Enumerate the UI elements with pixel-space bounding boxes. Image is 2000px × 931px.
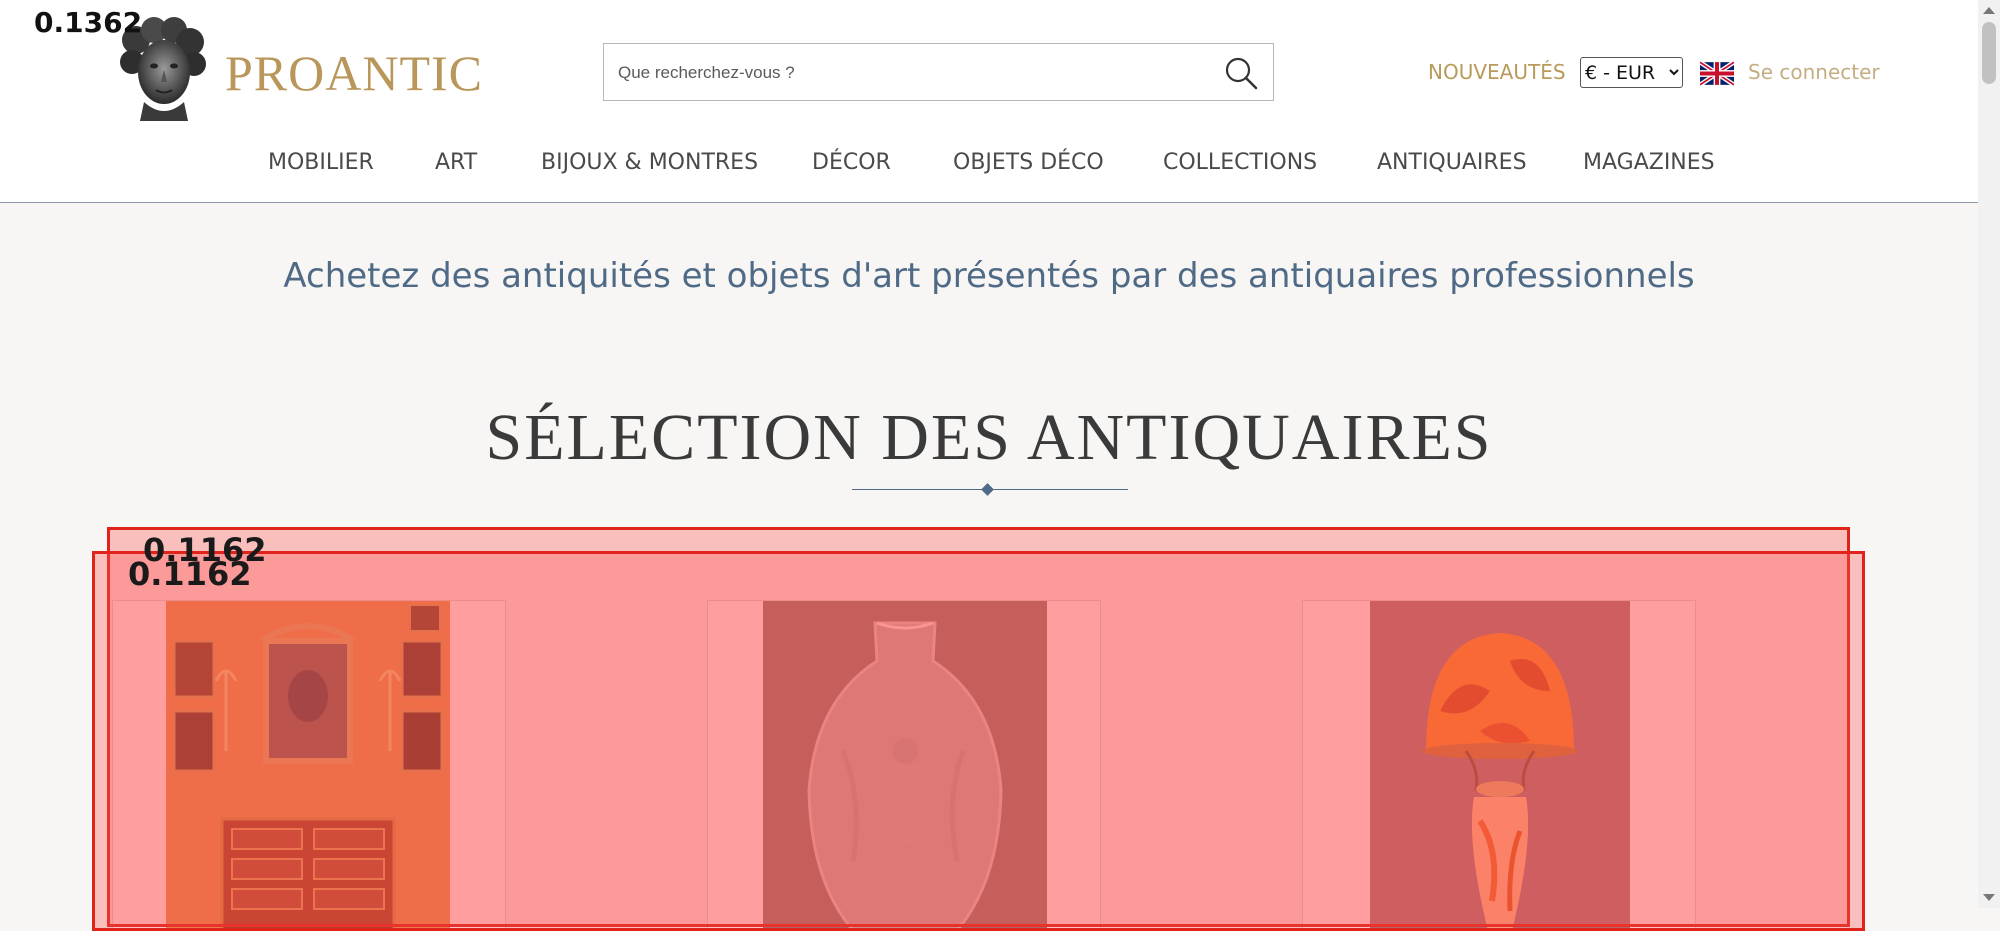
page-tagline: Achetez des antiquités et objets d'art p… [283,256,1695,296]
nav-item-mobilier[interactable]: MOBILIER [268,150,374,175]
logo-wordmark[interactable]: PROANTIC [225,44,483,102]
overlay-corner-score: 0.1362 [34,6,143,39]
section-title: SÉLECTION DES ANTIQUAIRES [485,401,1493,474]
product-image-vase [763,601,1047,929]
uk-flag-icon[interactable] [1700,61,1734,86]
product-image-commode [166,601,450,929]
scroll-down-arrow-icon[interactable] [1983,894,1995,901]
nav-item-collections[interactable]: COLLECTIONS [1163,150,1317,175]
scrollbar-thumb[interactable] [1982,22,1996,84]
login-link[interactable]: Se connecter [1748,60,1880,84]
nav-item-objets-deco[interactable]: OBJETS DÉCO [953,150,1104,175]
nav-item-decor[interactable]: DÉCOR [812,150,891,175]
search-bar [603,43,1274,102]
nav-item-bijoux-montres[interactable]: BIJOUX & MONTRES [541,150,758,175]
search-icon[interactable] [1223,55,1259,91]
scroll-up-arrow-icon[interactable] [1983,7,1995,14]
product-card[interactable] [1302,600,1696,930]
site-header: PROANTIC NOUVEAUTÉS € - EUR Se connecter… [0,0,1978,203]
product-card[interactable] [707,600,1101,930]
nav-item-magazines[interactable]: MAGAZINES [1583,150,1715,175]
nav-item-antiquaires[interactable]: ANTIQUAIRES [1377,150,1527,175]
main-nav: MOBILIER ART BIJOUX & MONTRES DÉCOR OBJE… [0,150,1978,180]
page-scrollbar[interactable] [1978,0,2000,908]
new-arrivals-link[interactable]: NOUVEAUTÉS [1428,60,1566,84]
product-card[interactable] [112,600,506,930]
overlay-score-label: 0.1162 [128,555,252,593]
currency-select[interactable]: € - EUR [1580,57,1683,88]
product-image-lamp [1370,601,1630,929]
divider-diamond-icon [981,483,994,496]
nav-item-art[interactable]: ART [435,150,477,175]
search-input[interactable] [616,44,1200,102]
